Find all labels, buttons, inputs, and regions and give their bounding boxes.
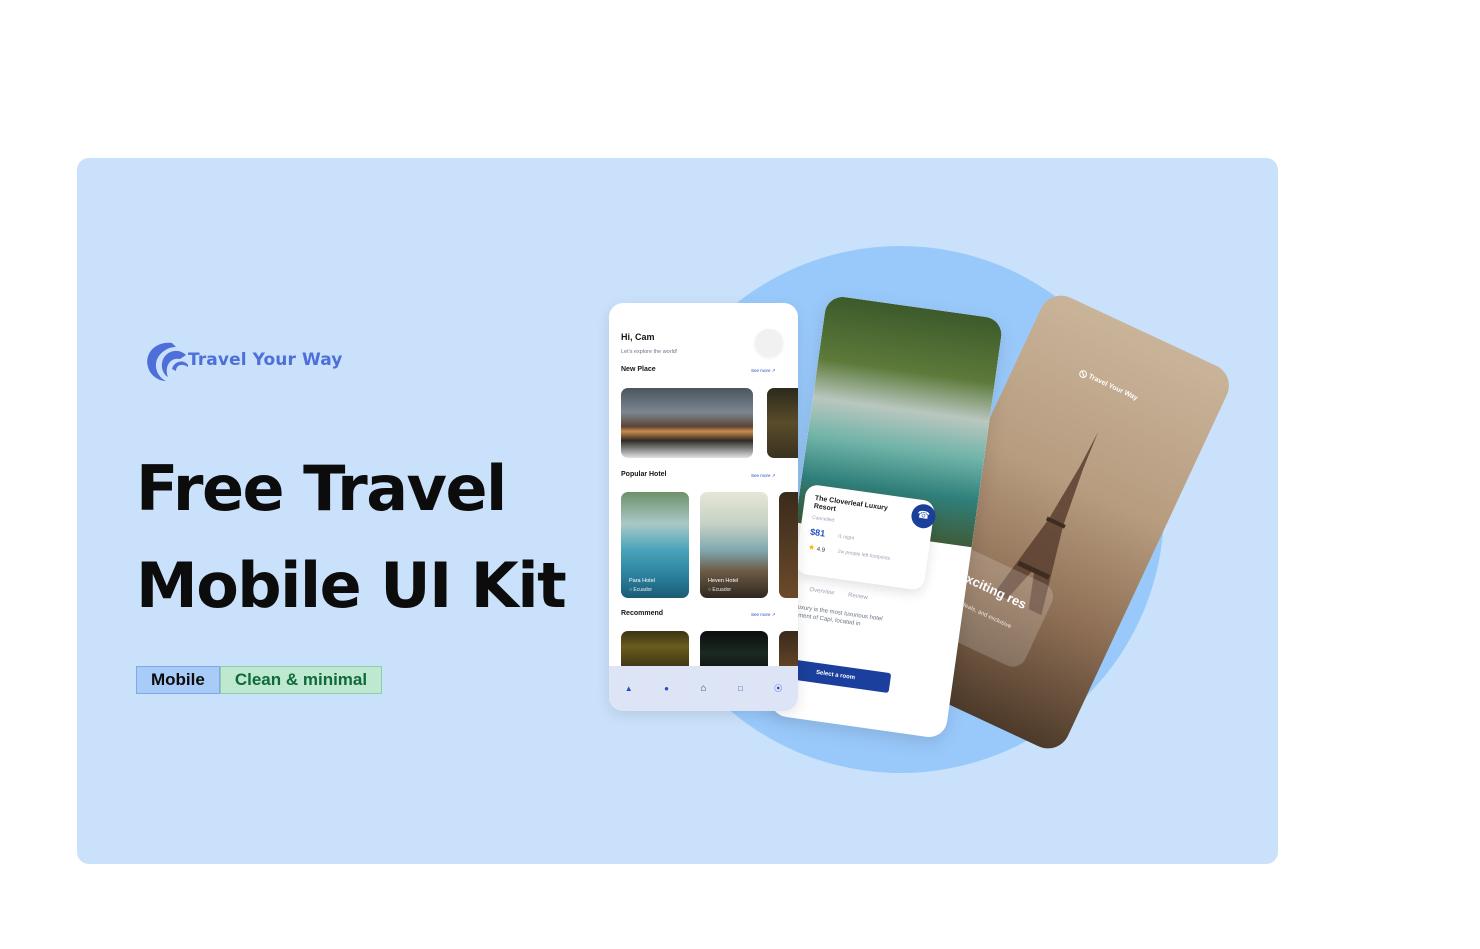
detail-tabs: il Overview Review — [792, 585, 868, 602]
new-place-card[interactable] — [621, 388, 753, 458]
see-more-label: See more — [751, 473, 771, 478]
hotel-card[interactable] — [779, 492, 798, 598]
tag-list: Mobile Clean & minimal — [136, 666, 383, 694]
see-more-label: See more — [751, 368, 771, 373]
bookmark-icon[interactable]: □ — [738, 684, 743, 693]
tag-mobile: Mobile — [136, 666, 220, 694]
hotel-price: $81 — [809, 526, 826, 539]
compass-icon[interactable]: ⦿ — [774, 683, 782, 694]
location-label: Ecuador — [633, 587, 653, 593]
avatar[interactable] — [755, 329, 783, 357]
tab-overview[interactable]: Overview — [809, 587, 835, 596]
location-label: Ecuador — [712, 587, 732, 593]
hotel-card-name: Para Hotel — [629, 578, 655, 584]
hotel-description: k Luxury is the most luxurious hotel seg… — [788, 603, 883, 628]
new-place-card[interactable] — [767, 388, 798, 458]
section-popular-hotel: Popular Hotel — [621, 471, 667, 478]
phone-home-screen: Hi, Cam Let's explore the world! New Pla… — [609, 303, 798, 711]
hotel-card-location: ○ Ecuador — [708, 587, 732, 593]
brand-logo: Travel Your Way — [142, 337, 342, 383]
bell-icon[interactable]: ▲ — [625, 684, 633, 693]
page-title: Free Travel Mobile UI Kit — [136, 440, 567, 634]
tag-clean-minimal: Clean & minimal — [219, 666, 383, 694]
splash-logo: ⦸ Travel Your Way — [1077, 365, 1141, 405]
splash-logo-text: Travel Your Way — [1087, 373, 1139, 403]
phone-icon: ☎ — [916, 509, 931, 523]
price-unit: /1 night — [837, 533, 855, 542]
title-line-1: Free Travel — [136, 452, 507, 525]
hotel-rating: ★ 4.9 — [807, 542, 825, 553]
waves-icon — [147, 342, 188, 381]
brand-name: Travel Your Way — [188, 350, 343, 370]
star-icon: ★ — [807, 542, 816, 553]
hotel-card-name: Heven Hotel — [708, 578, 739, 584]
see-more-popular-hotel[interactable]: See more ↗ — [751, 473, 776, 479]
tab-review[interactable]: Review — [848, 593, 868, 602]
hotel-location: Cancelled — [811, 514, 835, 524]
hotel-info-card: The Cloverleaf Luxury Resort Cancelled $… — [794, 483, 936, 591]
see-more-new-place[interactable]: See more ↗ — [751, 368, 776, 374]
title-line-2: Mobile UI Kit — [136, 549, 567, 622]
home-icon[interactable]: ⌂ — [700, 683, 706, 694]
hotel-card-heven[interactable]: Heven Hotel ○ Ecuador — [700, 492, 768, 598]
greeting: Hi, Cam — [621, 332, 655, 342]
see-more-label: See more — [751, 612, 771, 617]
see-more-recommend[interactable]: See more ↗ — [751, 612, 776, 618]
hotel-card-location: ○ Ecuador — [629, 587, 653, 593]
profile-icon[interactable]: ● — [664, 684, 669, 693]
bottom-nav: ▲ ● ⌂ □ ⦿ — [609, 666, 798, 711]
hotel-card-para[interactable]: Para Hotel ○ Ecuador — [621, 492, 689, 598]
section-recommend: Recommend — [621, 610, 664, 617]
rating-value: 4.9 — [816, 546, 826, 554]
footprints-text: 2w people left footprints — [837, 548, 891, 562]
section-new-place: New Place — [621, 366, 656, 373]
greeting-subtitle: Let's explore the world! — [621, 349, 678, 355]
